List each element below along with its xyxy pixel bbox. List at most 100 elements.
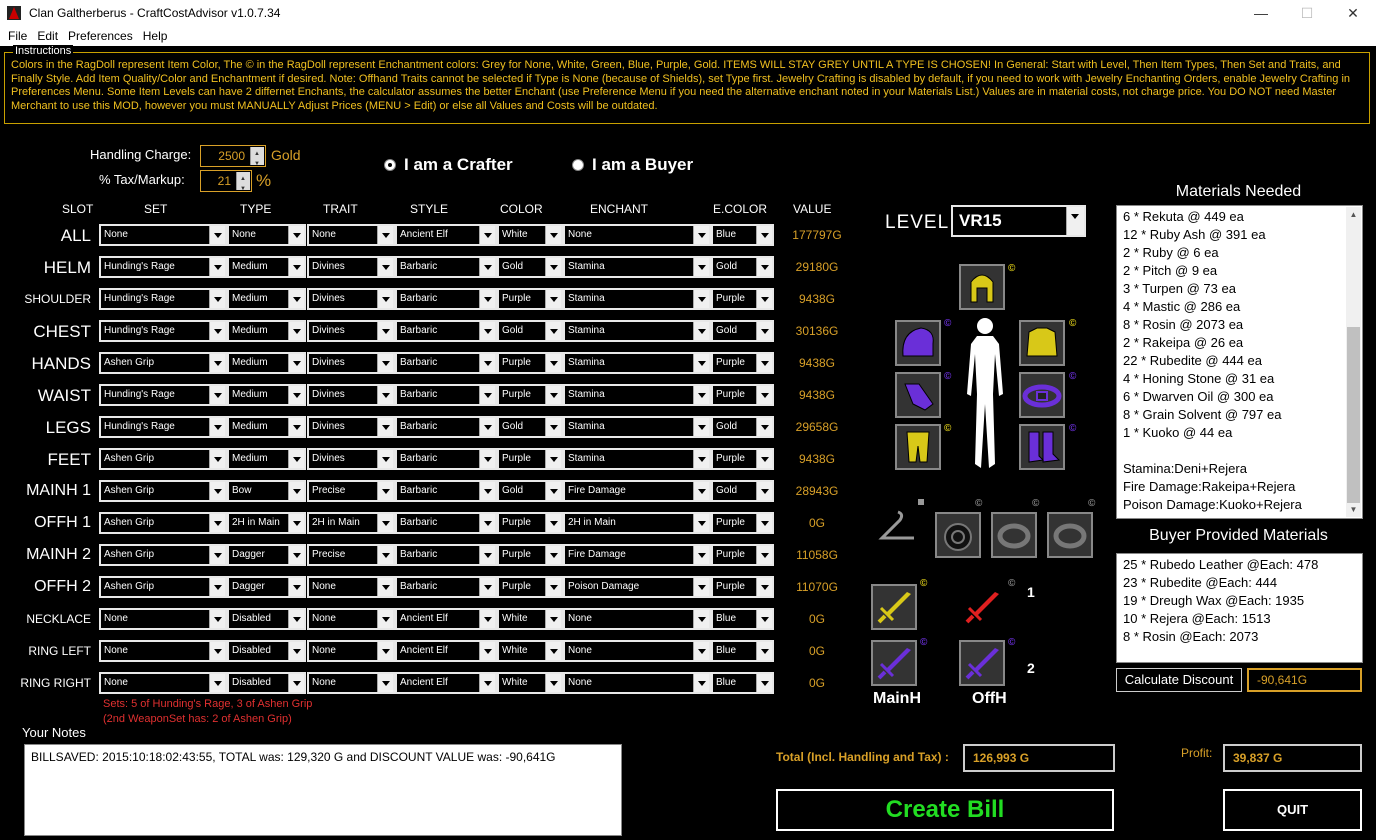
dropdown-arrow-icon[interactable] <box>288 642 304 660</box>
set-select[interactable]: Ashen Grip <box>99 352 227 374</box>
set-select[interactable]: Ashen Grip <box>99 512 227 534</box>
ragdoll-shoulder[interactable] <box>895 320 941 366</box>
type-select[interactable]: Disabled <box>227 640 306 662</box>
trait-select[interactable]: None <box>307 640 395 662</box>
dropdown-arrow-icon[interactable] <box>377 514 393 532</box>
dropdown-arrow-icon[interactable] <box>545 354 561 372</box>
ragdoll-feet[interactable] <box>1019 424 1065 470</box>
style-select[interactable]: Barbaric <box>395 576 497 598</box>
enchant-select[interactable]: Stamina <box>563 416 711 438</box>
set-select[interactable]: Hunding's Rage <box>99 320 227 342</box>
dropdown-arrow-icon[interactable] <box>209 258 225 276</box>
ecolor-select[interactable]: Blue <box>711 640 774 662</box>
dropdown-arrow-icon[interactable] <box>693 418 709 436</box>
set-select[interactable]: Ashen Grip <box>99 480 227 502</box>
level-select[interactable]: VR15 <box>951 205 1086 237</box>
enchant-select[interactable]: Fire Damage <box>563 480 711 502</box>
ragdoll-helm[interactable] <box>959 264 1005 310</box>
ragdoll-mainh-1[interactable] <box>871 584 917 630</box>
crafter-radio-dot[interactable] <box>384 159 396 171</box>
dropdown-arrow-icon[interactable] <box>377 290 393 308</box>
scroll-thumb[interactable] <box>1347 327 1360 503</box>
dropdown-arrow-icon[interactable] <box>479 674 495 692</box>
style-select[interactable]: Ancient Elf <box>395 608 497 630</box>
type-select[interactable]: Dagger <box>227 576 306 598</box>
crafter-radio[interactable]: I am a Crafter <box>384 155 513 175</box>
dropdown-arrow-icon[interactable] <box>288 226 304 244</box>
dropdown-arrow-icon[interactable] <box>479 610 495 628</box>
color-select[interactable]: Gold <box>497 416 563 438</box>
type-select[interactable]: Medium <box>227 448 306 470</box>
set-select[interactable]: Ashen Grip <box>99 576 227 598</box>
enchant-select[interactable]: None <box>563 224 711 246</box>
buyer-radio[interactable]: I am a Buyer <box>572 155 693 175</box>
dropdown-arrow-icon[interactable] <box>479 354 495 372</box>
color-select[interactable]: Purple <box>497 512 563 534</box>
dropdown-arrow-icon[interactable] <box>209 290 225 308</box>
color-select[interactable]: White <box>497 224 563 246</box>
ecolor-select[interactable]: Gold <box>711 320 774 342</box>
color-select[interactable]: White <box>497 640 563 662</box>
style-select[interactable]: Ancient Elf <box>395 224 497 246</box>
dropdown-arrow-icon[interactable] <box>545 290 561 308</box>
dropdown-arrow-icon[interactable] <box>377 482 393 500</box>
dropdown-arrow-icon[interactable] <box>545 674 561 692</box>
color-select[interactable]: Purple <box>497 384 563 406</box>
set-select[interactable]: Ashen Grip <box>99 544 227 566</box>
dropdown-arrow-icon[interactable] <box>756 610 772 628</box>
dropdown-arrow-icon[interactable] <box>693 642 709 660</box>
set-select[interactable]: Hunding's Rage <box>99 256 227 278</box>
enchant-select[interactable]: Stamina <box>563 384 711 406</box>
notes-textarea[interactable]: BILLSAVED: 2015:10:18:02:43:55, TOTAL wa… <box>24 744 622 836</box>
menu-edit[interactable]: Edit <box>37 29 58 43</box>
scroll-up-icon[interactable]: ▲ <box>1346 207 1361 222</box>
style-select[interactable]: Barbaric <box>395 352 497 374</box>
dropdown-arrow-icon[interactable] <box>693 546 709 564</box>
enchant-select[interactable]: 2H in Main <box>563 512 711 534</box>
dropdown-arrow-icon[interactable] <box>288 546 304 564</box>
dropdown-arrow-icon[interactable] <box>545 258 561 276</box>
dropdown-arrow-icon[interactable] <box>756 386 772 404</box>
dropdown-arrow-icon[interactable] <box>756 322 772 340</box>
dropdown-arrow-icon[interactable] <box>545 482 561 500</box>
ecolor-select[interactable]: Purple <box>711 352 774 374</box>
trait-select[interactable]: Divines <box>307 288 395 310</box>
dropdown-arrow-icon[interactable] <box>377 322 393 340</box>
style-select[interactable]: Barbaric <box>395 288 497 310</box>
style-select[interactable]: Barbaric <box>395 512 497 534</box>
set-select[interactable]: Hunding's Rage <box>99 384 227 406</box>
set-select[interactable]: None <box>99 672 227 694</box>
enchant-select[interactable]: Stamina <box>563 448 711 470</box>
type-select[interactable]: Medium <box>227 384 306 406</box>
ecolor-select[interactable]: Purple <box>711 384 774 406</box>
dropdown-arrow-icon[interactable] <box>545 514 561 532</box>
dropdown-arrow-icon[interactable] <box>479 226 495 244</box>
color-select[interactable]: Purple <box>497 448 563 470</box>
set-select[interactable]: None <box>99 608 227 630</box>
ragdoll-chest[interactable] <box>1019 320 1065 366</box>
dropdown-arrow-icon[interactable] <box>288 322 304 340</box>
type-select[interactable]: Disabled <box>227 608 306 630</box>
dropdown-arrow-icon[interactable] <box>756 258 772 276</box>
trait-select[interactable]: Divines <box>307 352 395 374</box>
dropdown-arrow-icon[interactable] <box>209 514 225 532</box>
ecolor-select[interactable]: Gold <box>711 480 774 502</box>
type-select[interactable]: Dagger <box>227 544 306 566</box>
dropdown-arrow-icon[interactable] <box>377 258 393 276</box>
dropdown-arrow-icon[interactable] <box>756 450 772 468</box>
dropdown-arrow-icon[interactable] <box>377 450 393 468</box>
trait-select[interactable]: Divines <box>307 320 395 342</box>
dropdown-arrow-icon[interactable] <box>545 642 561 660</box>
dropdown-arrow-icon[interactable] <box>545 610 561 628</box>
dropdown-arrow-icon[interactable] <box>756 642 772 660</box>
enchant-select[interactable]: Stamina <box>563 352 711 374</box>
dropdown-arrow-icon[interactable] <box>377 674 393 692</box>
set-select[interactable]: None <box>99 224 227 246</box>
dropdown-arrow-icon[interactable] <box>288 354 304 372</box>
style-select[interactable]: Barbaric <box>395 320 497 342</box>
dropdown-arrow-icon[interactable] <box>693 610 709 628</box>
enchant-select[interactable]: Stamina <box>563 256 711 278</box>
dropdown-arrow-icon[interactable] <box>209 450 225 468</box>
ragdoll-ring-left[interactable] <box>991 512 1037 558</box>
dropdown-arrow-icon[interactable] <box>209 578 225 596</box>
